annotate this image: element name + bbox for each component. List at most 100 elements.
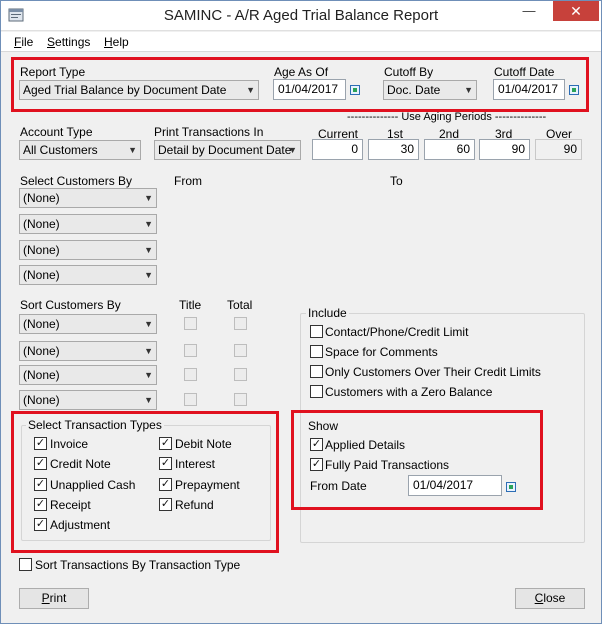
prepayment-checkbox[interactable]: ✓ bbox=[159, 478, 172, 491]
refund-checkbox[interactable]: ✓ bbox=[159, 498, 172, 511]
prepayment-label: Prepayment bbox=[175, 478, 240, 492]
menu-settings[interactable]: Settings bbox=[47, 35, 90, 49]
chevron-down-icon: ▼ bbox=[288, 145, 297, 155]
chevron-down-icon: ▼ bbox=[128, 145, 137, 155]
menu-file[interactable]: File bbox=[14, 35, 33, 49]
interest-checkbox[interactable]: ✓ bbox=[159, 457, 172, 470]
sort-title-checkbox-1[interactable] bbox=[184, 317, 197, 330]
cutoff-by-select[interactable]: Doc. Date ▼ bbox=[383, 80, 477, 100]
total-column-label: Total bbox=[227, 298, 253, 312]
sort-total-checkbox-2[interactable] bbox=[234, 344, 247, 357]
transaction-types-title: Select Transaction Types bbox=[26, 418, 164, 432]
include-zero-balance-checkbox[interactable] bbox=[310, 385, 323, 398]
sort-total-checkbox-1[interactable] bbox=[234, 317, 247, 330]
minimize-icon[interactable]: — bbox=[517, 1, 541, 21]
include-over-limit-label: Only Customers Over Their Credit Limits bbox=[325, 365, 541, 379]
sort-customers-by-1[interactable]: (None) ▼ bbox=[19, 314, 157, 334]
sort-customers-by-2[interactable]: (None) ▼ bbox=[19, 341, 157, 361]
title-column-label: Title bbox=[179, 298, 202, 312]
sort-title-checkbox-2[interactable] bbox=[184, 344, 197, 357]
credit-note-checkbox[interactable]: ✓ bbox=[34, 457, 47, 470]
sort-customers-by-4[interactable]: (None) ▼ bbox=[19, 390, 157, 410]
report-window: SAMINC - A/R Aged Trial Balance Report —… bbox=[0, 0, 602, 624]
cutoff-by-label: Cutoff By bbox=[384, 65, 434, 79]
aging-2nd-input[interactable]: 60 bbox=[424, 139, 475, 160]
to-label: To bbox=[390, 174, 403, 188]
fully-paid-label: Fully Paid Transactions bbox=[325, 458, 450, 472]
sort-customers-by-3[interactable]: (None) ▼ bbox=[19, 365, 157, 385]
adjustment-label: Adjustment bbox=[50, 518, 111, 532]
from-label: From bbox=[174, 174, 202, 188]
invoice-checkbox[interactable]: ✓ bbox=[34, 437, 47, 450]
show-title: Show bbox=[306, 419, 341, 433]
sort-title-checkbox-4[interactable] bbox=[184, 393, 197, 406]
include-comments-checkbox[interactable] bbox=[310, 345, 323, 358]
include-over-limit-checkbox[interactable] bbox=[310, 365, 323, 378]
chevron-down-icon: ▼ bbox=[144, 319, 153, 329]
chevron-down-icon: ▼ bbox=[144, 346, 153, 356]
select-customers-label: Select Customers By bbox=[20, 174, 133, 188]
from-date-label: From Date bbox=[310, 479, 367, 493]
invoice-label: Invoice bbox=[50, 437, 89, 451]
close-button[interactable]: Close bbox=[515, 588, 585, 609]
receipt-checkbox[interactable]: ✓ bbox=[34, 498, 47, 511]
chevron-down-icon: ▼ bbox=[144, 370, 153, 380]
chevron-down-icon: ▼ bbox=[144, 193, 153, 203]
chevron-down-icon: ▼ bbox=[144, 395, 153, 405]
unapplied-cash-label: Unapplied Cash bbox=[50, 478, 136, 492]
menu-bar: File Settings Help bbox=[1, 32, 601, 52]
include-title: Include bbox=[306, 306, 349, 320]
sort-title-checkbox-3[interactable] bbox=[184, 368, 197, 381]
aging-1st-input[interactable]: 30 bbox=[368, 139, 419, 160]
aging-3rd-input[interactable]: 90 bbox=[479, 139, 530, 160]
applied-details-checkbox[interactable]: ✓ bbox=[310, 438, 323, 451]
select-customers-by-4[interactable]: (None) ▼ bbox=[19, 265, 157, 285]
debit-note-checkbox[interactable]: ✓ bbox=[159, 437, 172, 450]
calendar-icon[interactable] bbox=[506, 482, 516, 492]
include-contact-label: Contact/Phone/Credit Limit bbox=[325, 325, 469, 339]
print-transactions-select[interactable]: Detail by Document Date ▼ bbox=[154, 140, 301, 160]
window-title: SAMINC - A/R Aged Trial Balance Report bbox=[163, 7, 439, 24]
age-as-of-input[interactable]: 01/04/2017 bbox=[273, 79, 346, 100]
chevron-down-icon: ▼ bbox=[144, 219, 153, 229]
aging-current-input[interactable]: 0 bbox=[312, 139, 363, 160]
receipt-label: Receipt bbox=[50, 498, 91, 512]
sort-total-checkbox-3[interactable] bbox=[234, 368, 247, 381]
unapplied-cash-checkbox[interactable]: ✓ bbox=[34, 478, 47, 491]
chevron-down-icon: ▼ bbox=[144, 270, 153, 280]
select-customers-by-2[interactable]: (None) ▼ bbox=[19, 214, 157, 234]
sort-by-type-checkbox[interactable] bbox=[19, 558, 32, 571]
fully-paid-checkbox[interactable]: ✓ bbox=[310, 458, 323, 471]
print-transactions-label: Print Transactions In bbox=[154, 125, 264, 139]
cutoff-date-input[interactable]: 01/04/2017 bbox=[493, 79, 565, 100]
sort-total-checkbox-4[interactable] bbox=[234, 393, 247, 406]
cutoff-date-label: Cutoff Date bbox=[494, 65, 555, 79]
aging-periods-title: -------------- Use Aging Periods -------… bbox=[347, 111, 547, 123]
from-date-input[interactable]: 01/04/2017 bbox=[408, 475, 502, 496]
select-customers-by-3[interactable]: (None) ▼ bbox=[19, 240, 157, 260]
close-icon[interactable]: ✕ bbox=[553, 1, 599, 21]
debit-note-label: Debit Note bbox=[175, 437, 232, 451]
sort-by-type-label: Sort Transactions By Transaction Type bbox=[35, 558, 241, 572]
print-button[interactable]: Print bbox=[19, 588, 89, 609]
calendar-icon[interactable] bbox=[350, 85, 360, 95]
report-type-select[interactable]: Aged Trial Balance by Document Date ▼ bbox=[19, 80, 259, 100]
chevron-down-icon: ▼ bbox=[246, 85, 255, 95]
refund-label: Refund bbox=[175, 498, 214, 512]
menu-help[interactable]: Help bbox=[104, 35, 129, 49]
account-type-label: Account Type bbox=[20, 125, 93, 139]
include-comments-label: Space for Comments bbox=[325, 345, 438, 359]
select-customers-by-1[interactable]: (None) ▼ bbox=[19, 188, 157, 208]
calendar-icon[interactable] bbox=[569, 85, 579, 95]
account-type-select[interactable]: All Customers ▼ bbox=[19, 140, 141, 160]
report-type-label: Report Type bbox=[20, 65, 86, 79]
title-bar: SAMINC - A/R Aged Trial Balance Report —… bbox=[1, 1, 601, 31]
chevron-down-icon: ▼ bbox=[144, 245, 153, 255]
include-contact-checkbox[interactable] bbox=[310, 325, 323, 338]
credit-note-label: Credit Note bbox=[50, 457, 111, 471]
chevron-down-icon: ▼ bbox=[464, 85, 473, 95]
interest-label: Interest bbox=[175, 457, 216, 471]
sort-customers-label: Sort Customers By bbox=[20, 298, 121, 312]
aging-over-value: 90 bbox=[535, 139, 582, 160]
adjustment-checkbox[interactable]: ✓ bbox=[34, 518, 47, 531]
